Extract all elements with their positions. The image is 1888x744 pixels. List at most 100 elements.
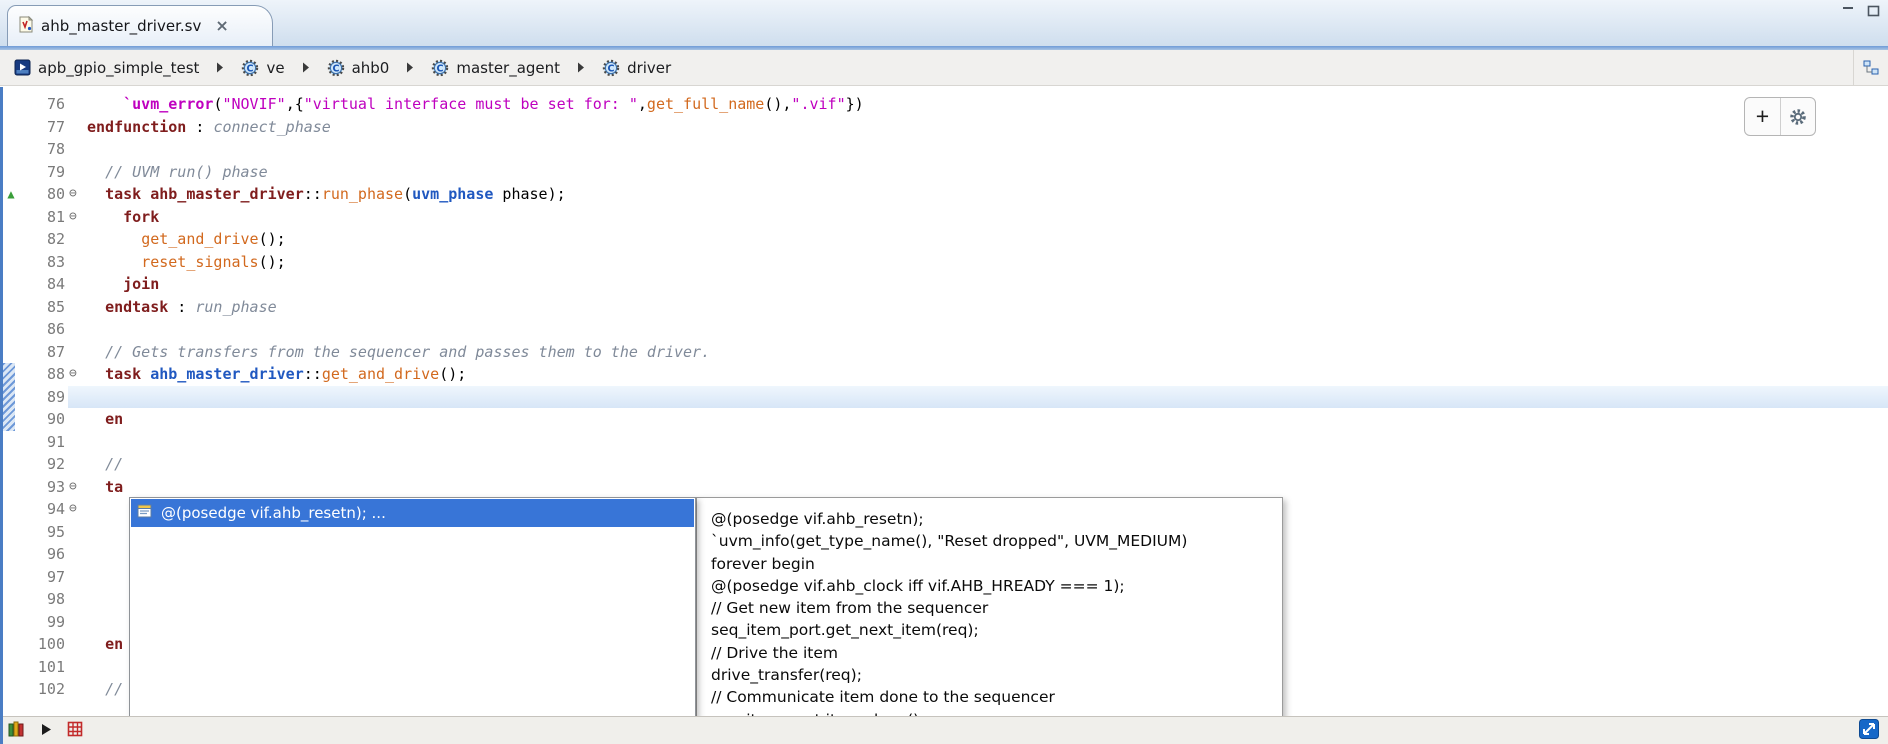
hierarchy-icon[interactable]: [1853, 50, 1888, 85]
code-text: task ahb_master_driver::run_phase(uvm_ph…: [87, 183, 566, 206]
fold-collapse-icon[interactable]: ⊖: [68, 363, 87, 386]
fold-collapse-icon[interactable]: ⊖: [68, 476, 87, 499]
line-number: 82: [19, 228, 68, 251]
tab-ahb-master-driver[interactable]: ahb_master_driver.sv ×: [7, 5, 273, 46]
grid-icon[interactable]: [67, 721, 83, 741]
add-button[interactable]: +: [1745, 98, 1780, 135]
code-line-93[interactable]: 93⊖ ta: [3, 476, 1888, 499]
code-line-80[interactable]: ▲80⊖ task ahb_master_driver::run_phase(u…: [3, 183, 1888, 206]
marker-column: [3, 633, 19, 656]
fold-column: [68, 521, 87, 544]
fold-column: [68, 588, 87, 611]
code-line-89[interactable]: 89: [3, 386, 1888, 409]
settings-gear-button[interactable]: [1780, 98, 1815, 135]
minimize-icon[interactable]: [1842, 5, 1855, 18]
preview-code-line: drive_transfer(req);: [711, 664, 1282, 686]
fold-collapse-icon[interactable]: ⊖: [68, 206, 87, 229]
fold-column: [68, 453, 87, 476]
breadcrumb-item-ve[interactable]: Cve: [237, 57, 288, 79]
code-line-77[interactable]: 77endfunction : connect_phase: [3, 116, 1888, 139]
line-number: 101: [19, 656, 68, 679]
fold-column: [68, 273, 87, 296]
code-line-82[interactable]: 82 get_and_drive();: [3, 228, 1888, 251]
template-proposal-icon: [137, 504, 153, 523]
marker-column: [3, 476, 19, 499]
fold-column: [68, 251, 87, 274]
editor-tab-bar: ahb_master_driver.sv ×: [0, 0, 1888, 46]
code-line-76[interactable]: 76 `uvm_error("NOVIF",{"virtual interfac…: [3, 93, 1888, 116]
code-line-79[interactable]: 79 // UVM run() phase: [3, 161, 1888, 184]
line-number: 98: [19, 588, 68, 611]
status-bar: [0, 716, 1888, 744]
code-line-86[interactable]: 86: [3, 318, 1888, 341]
line-number: 99: [19, 611, 68, 634]
line-number: 88: [19, 363, 68, 386]
breadcrumb-item-ahb0[interactable]: Cahb0: [323, 57, 394, 79]
preview-code-line: seq_item_port.item_done();: [711, 709, 1282, 716]
code-line-92[interactable]: 92 //: [3, 453, 1888, 476]
code-text: ta: [87, 476, 123, 499]
breadcrumb-item-master_agent[interactable]: Cmaster_agent: [427, 57, 564, 79]
breadcrumb-separator-icon: [406, 62, 414, 73]
code-line-85[interactable]: 85 endtask : run_phase: [3, 296, 1888, 319]
line-number: 94: [19, 498, 68, 521]
svg-text:C: C: [437, 63, 444, 74]
code-line-81[interactable]: 81⊖ fork: [3, 206, 1888, 229]
breadcrumb-label: master_agent: [456, 59, 560, 77]
line-number: 100: [19, 633, 68, 656]
code-line-83[interactable]: 83 reset_signals();: [3, 251, 1888, 274]
line-number: 96: [19, 543, 68, 566]
code-editor[interactable]: 76 `uvm_error("NOVIF",{"virtual interfac…: [0, 87, 1888, 716]
code-text: endtask : run_phase: [87, 296, 277, 319]
line-number: 84: [19, 273, 68, 296]
svg-text:C: C: [332, 63, 339, 74]
marker-column: [3, 656, 19, 679]
fold-column: [68, 93, 87, 116]
line-number: 76: [19, 93, 68, 116]
code-line-84[interactable]: 84 join: [3, 273, 1888, 296]
code-line-87[interactable]: 87 // Gets transfers from the sequencer …: [3, 341, 1888, 364]
tab-close-icon[interactable]: ×: [215, 18, 228, 34]
detach-view-icon[interactable]: [1859, 719, 1879, 743]
line-number: 97: [19, 566, 68, 589]
proposal-item-selected[interactable]: @(posedge vif.ahb_resetn); ...: [131, 499, 694, 527]
fold-collapse-icon[interactable]: ⊖: [68, 498, 87, 521]
marker-column: [3, 431, 19, 454]
code-text: // Gets transfers from the sequencer and…: [87, 341, 710, 364]
build-console-icon[interactable]: [8, 721, 26, 741]
run-icon[interactable]: [41, 721, 52, 740]
breadcrumb-label: ahb0: [352, 59, 390, 77]
breadcrumb: apb_gpio_simple_testCveCahb0Cmaster_agen…: [0, 50, 1888, 86]
fold-collapse-icon[interactable]: ⊖: [68, 183, 87, 206]
marker-column: [3, 273, 19, 296]
code-line-88[interactable]: 88⊖ task ahb_master_driver::get_and_driv…: [3, 363, 1888, 386]
fold-column: [68, 228, 87, 251]
class-icon: C: [241, 59, 259, 77]
module-icon: [14, 59, 31, 76]
breadcrumb-item-driver[interactable]: Cdriver: [598, 57, 675, 79]
fold-column: [68, 161, 87, 184]
fold-column: [68, 138, 87, 161]
line-number: 81: [19, 206, 68, 229]
code-text: endfunction : connect_phase: [87, 116, 331, 139]
marker-column: [3, 498, 19, 521]
line-number: 102: [19, 678, 68, 701]
code-line-91[interactable]: 91: [3, 431, 1888, 454]
preview-code-line: @(posedge vif.ahb_resetn);: [711, 508, 1282, 530]
fold-column: [68, 116, 87, 139]
code-text: get_and_drive();: [87, 228, 286, 251]
content-assist-popup: @(posedge vif.ahb_resetn); ... Press 'Ct…: [129, 497, 696, 716]
code-line-78[interactable]: 78: [3, 138, 1888, 161]
maximize-icon[interactable]: [1867, 5, 1880, 18]
breadcrumb-item-apb_gpio_simple_test[interactable]: apb_gpio_simple_test: [10, 57, 203, 79]
marker-column: [3, 206, 19, 229]
preview-code-line: @(posedge vif.ahb_clock iff vif.AHB_HREA…: [711, 575, 1282, 597]
line-number: 83: [19, 251, 68, 274]
fold-column: [68, 408, 87, 431]
marker-column: [3, 296, 19, 319]
breadcrumb-label: ve: [266, 59, 284, 77]
code-line-90[interactable]: 90 en: [3, 408, 1888, 431]
preview-code-line: `uvm_info(get_type_name(), "Reset droppe…: [711, 530, 1282, 552]
marker-column: [3, 678, 19, 701]
marker-column: [3, 161, 19, 184]
